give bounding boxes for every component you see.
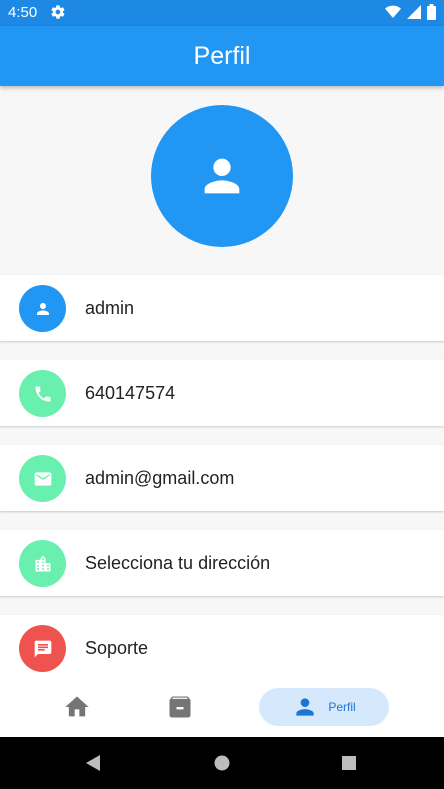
phone-label: 640147574 <box>85 383 176 403</box>
person-icon <box>19 285 66 332</box>
battery-icon <box>427 4 436 25</box>
app-bar: Perfil <box>0 26 444 86</box>
support-label: Soporte <box>85 638 149 658</box>
status-time: 4:50 <box>8 4 38 21</box>
profile-item-phone[interactable]: 640147574 <box>0 360 444 426</box>
profile-item-email[interactable]: admin@gmail.com <box>0 445 444 511</box>
settings-gear-icon <box>50 4 66 25</box>
bottom-navigation: Perfil <box>0 679 444 737</box>
profile-item-username[interactable]: admin <box>0 275 444 341</box>
person-icon <box>296 698 314 716</box>
wifi-icon <box>385 5 401 24</box>
person-icon <box>204 158 240 194</box>
username-label: admin <box>85 298 135 318</box>
nav-profile-tab[interactable]: Perfil <box>259 688 389 726</box>
chat-icon <box>19 625 66 672</box>
back-icon[interactable] <box>84 754 102 777</box>
recents-icon[interactable] <box>342 756 356 775</box>
email-icon <box>19 455 66 502</box>
signal-icon <box>407 5 421 24</box>
email-label: admin@gmail.com <box>85 468 235 488</box>
home-icon[interactable] <box>62 693 92 726</box>
address-label: Selecciona tu dirección <box>85 553 271 573</box>
profile-item-address[interactable]: Selecciona tu dirección <box>0 530 444 596</box>
profile-item-support[interactable]: Soporte <box>0 615 444 681</box>
location-city-icon <box>19 540 66 587</box>
system-navigation-bar <box>0 737 444 789</box>
home-button-icon[interactable] <box>214 755 230 776</box>
nav-profile-label: Perfil <box>328 700 356 714</box>
status-bar: 4:50 <box>0 0 444 26</box>
page-title: Perfil <box>193 41 251 70</box>
archive-icon[interactable] <box>166 693 194 726</box>
profile-avatar[interactable] <box>151 105 293 247</box>
phone-icon <box>19 370 66 417</box>
